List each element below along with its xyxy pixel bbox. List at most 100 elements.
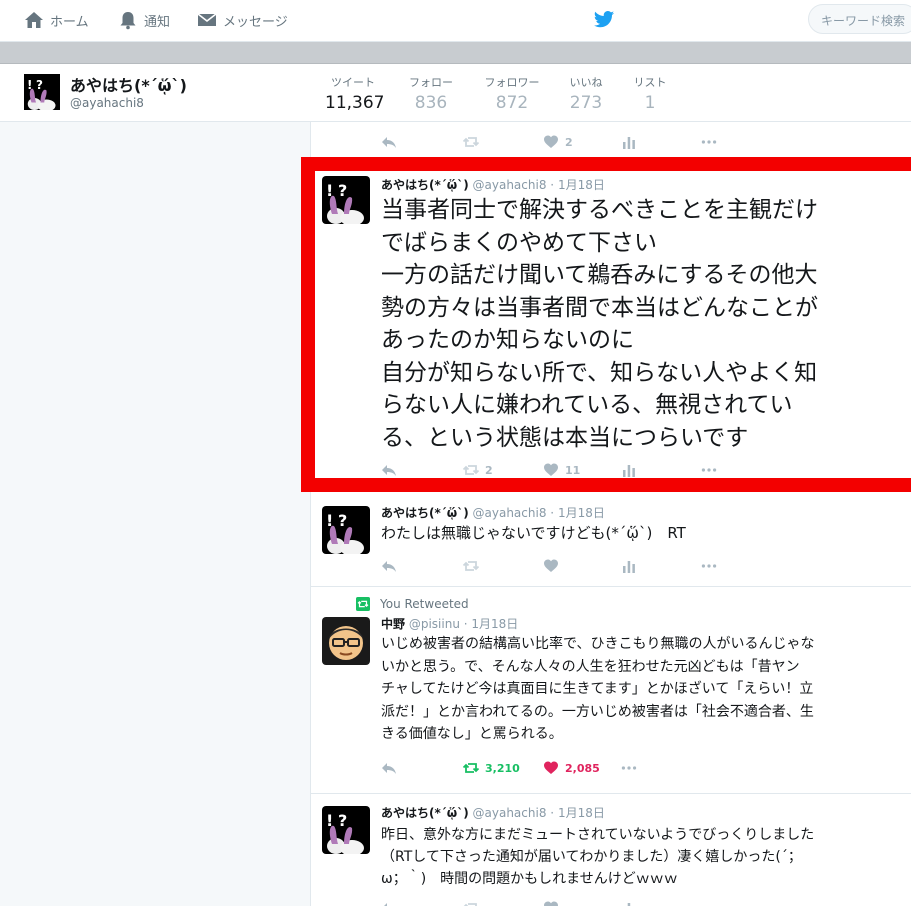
tweet-author-handle[interactable]: @ayahachi8	[473, 806, 547, 820]
stat-value: 11,367	[325, 93, 385, 113]
tweet-line: 昨日、意外な方にまだミュートされていないようでびっくりしました	[381, 827, 815, 843]
analytics-button[interactable]	[621, 134, 637, 150]
stat-tweets[interactable]: ツイート 11,367	[325, 74, 385, 127]
retweeted-label: You Retweeted	[356, 597, 469, 611]
highlight-box	[301, 157, 911, 492]
nav-home[interactable]: ホーム	[24, 10, 89, 30]
stat-followers[interactable]: フォロワー 872	[480, 74, 544, 113]
tweet[interactable]: You Retweeted 中野 @pisiinu · 1月18日 いじめ被害者…	[311, 587, 911, 794]
reply-icon	[382, 561, 396, 572]
avatar[interactable]: ! ?	[24, 74, 60, 110]
retweet-icon	[463, 561, 479, 571]
analytics-icon	[623, 137, 635, 149]
tweet-date[interactable]: 1月18日	[471, 617, 518, 631]
nav-notifications[interactable]: 通知	[118, 10, 170, 30]
retweeted-text: You Retweeted	[380, 597, 469, 611]
avatar[interactable]	[322, 617, 370, 665]
reply-icon	[384, 903, 387, 906]
svg-text:?: ?	[338, 511, 347, 530]
tweet-author-name[interactable]: あやはち(*´ᾥ`)	[381, 506, 469, 520]
stat-label: フォロワー	[484, 76, 540, 89]
tweet-line: きる価値なし」と罵られる。	[381, 726, 563, 743]
search-input[interactable]: キーワード検索	[808, 4, 911, 34]
heart-icon	[544, 135, 558, 148]
stat-label: リスト	[633, 76, 667, 89]
tweet-author-name[interactable]: 中野	[381, 617, 405, 631]
tweet-line: わたしは無職じゃないですけども(*´ᾥ`) RT	[381, 524, 686, 542]
like-button[interactable]	[543, 558, 559, 574]
nav-home-label: ホーム	[50, 14, 89, 30]
tweet-header: あやはち(*´ᾥ`) @ayahachi8 · 1月18日	[381, 806, 605, 820]
reply-button[interactable]	[381, 760, 397, 776]
reply-button[interactable]	[381, 900, 397, 906]
nav-messages[interactable]: メッセージ	[197, 10, 288, 30]
profile-banner	[0, 42, 911, 64]
tweet-tail: 2	[311, 122, 911, 158]
bell-icon	[120, 12, 136, 30]
retweet-button[interactable]	[463, 558, 479, 574]
like-button[interactable]	[543, 900, 559, 906]
stat-following[interactable]: フォロー 836	[405, 74, 457, 113]
tweet-date[interactable]: 1月18日	[558, 806, 605, 820]
tweet-author-handle[interactable]: @ayahachi8	[473, 506, 547, 520]
profile-name[interactable]: あやはち(*´ᾥ`)	[70, 72, 187, 96]
analytics-icon	[623, 561, 635, 573]
avatar[interactable]: ! ?	[322, 806, 370, 854]
stat-lists[interactable]: リスト 1	[630, 74, 670, 113]
analytics-button[interactable]	[621, 558, 637, 574]
retweet-badge-icon	[356, 597, 370, 611]
retweet-count: 3,210	[485, 761, 520, 775]
like-button[interactable]: 2	[543, 134, 573, 150]
tweet[interactable]: ! ? あやはち(*´ᾥ`) @ayahachi8 · 1月18日 昨日、意外な…	[311, 794, 911, 906]
analytics-button[interactable]	[621, 900, 637, 906]
reply-button[interactable]	[381, 134, 397, 150]
tweet-header: あやはち(*´ᾥ`) @ayahachi8 · 1月18日	[381, 506, 605, 520]
more-button[interactable]	[701, 134, 717, 150]
more-button[interactable]	[621, 760, 637, 776]
nav-notifications-label: 通知	[144, 14, 171, 30]
stat-label: フォロー	[409, 76, 453, 89]
reply-icon	[382, 137, 396, 148]
home-icon	[25, 12, 43, 28]
more-icon	[701, 564, 717, 568]
tweet-text: 昨日、意外な方にまだミュートされていないようでびっくりしました （RTして下さっ…	[381, 824, 896, 890]
profile-handle: @ayahachi8	[70, 96, 144, 110]
tweet-line: 派だ！」とか言われてるの。一方いじめ被害者は「社会不適合者、生	[381, 703, 814, 720]
retweet-icon	[463, 763, 479, 773]
retweet-icon	[463, 137, 479, 147]
tweet-line: （RTして下さった通知が届いてわかりました）凄く嬉しかった(´；	[381, 849, 802, 865]
retweet-button[interactable]	[463, 134, 479, 150]
tweet-date[interactable]: 1月18日	[558, 506, 605, 520]
retweet-button[interactable]: 3,210	[463, 760, 520, 776]
tweet-header: 中野 @pisiinu · 1月18日	[381, 617, 519, 631]
tweet-line: いじめ被害者の結構高い比率で、ひきこもり無職の人がいるんじゃな	[381, 636, 815, 652]
tweet-text: わたしは無職じゃないですけども(*´ᾥ`) RT	[381, 522, 891, 544]
tweet-author-handle[interactable]: @pisiinu	[409, 617, 460, 631]
reply-button[interactable]	[381, 558, 397, 574]
tweet-line: いかと思う。で、そんな人々の人生を狂わせた元凶どもは「昔ヤン	[381, 658, 800, 675]
stat-label: いいね	[569, 76, 603, 89]
twitter-bird-icon[interactable]	[593, 10, 615, 30]
tweet-author-name[interactable]: あやはち(*´ᾥ`)	[381, 806, 469, 820]
like-count: 2,085	[565, 761, 600, 775]
tweet-line: ω；｀) 時間の問題かもしれませんけどｗｗｗ	[381, 871, 678, 887]
heart-icon	[544, 901, 558, 906]
stat-label: ツイート	[331, 76, 375, 89]
stat-likes[interactable]: いいね 273	[566, 74, 606, 113]
more-button[interactable]	[701, 558, 717, 574]
tweet-text: いじめ被害者の結構高い比率で、ひきこもり無職の人がいるんじゃな いかと思う。で、…	[381, 633, 896, 746]
retweet-button[interactable]	[463, 900, 479, 906]
stat-value: 1	[644, 93, 656, 113]
tweet-line: チャしてたけど今は真面目に生きてます」とかほざいて「えらい！立	[381, 681, 814, 698]
avatar[interactable]: ! ?	[322, 506, 370, 554]
profile-nav: ! ? あやはち(*´ᾥ`) @ayahachi8 ツイート 11,367 フォ…	[0, 64, 911, 127]
tweet[interactable]: ! ? あやはち(*´ᾥ`) @ayahachi8 · 1月18日 わたしは無職…	[311, 494, 911, 587]
reply-icon	[382, 763, 396, 774]
svg-text:?: ?	[36, 78, 43, 92]
stat-value: 872	[495, 93, 529, 113]
like-button[interactable]: 2,085	[543, 760, 600, 776]
heart-icon	[544, 559, 558, 572]
stat-value: 836	[414, 93, 448, 113]
nav-messages-label: メッセージ	[223, 14, 288, 30]
stat-value: 273	[569, 93, 603, 113]
